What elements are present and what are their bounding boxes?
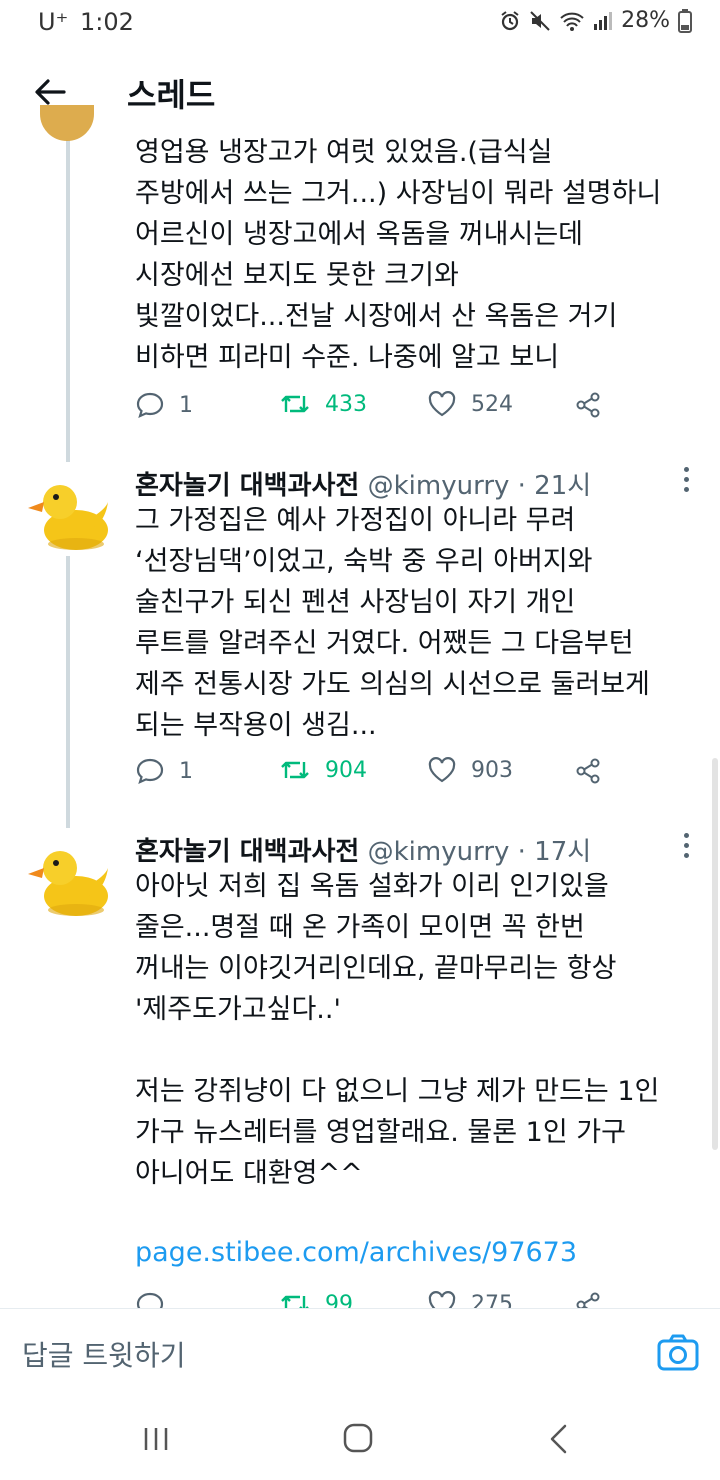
mute-icon bbox=[530, 10, 550, 31]
retweet-icon bbox=[281, 395, 309, 413]
battery-icon bbox=[678, 8, 692, 33]
back-nav-icon[interactable] bbox=[540, 1422, 580, 1456]
avatar[interactable] bbox=[40, 105, 94, 141]
heart-icon bbox=[428, 391, 456, 417]
tweet-actions: 1 904 903 bbox=[135, 756, 615, 796]
speech-bubble-icon bbox=[136, 392, 164, 418]
status-time: 1:02 bbox=[80, 8, 134, 36]
author-name[interactable]: 혼자놀기 대백과사전 bbox=[135, 837, 359, 867]
wifi-icon bbox=[560, 12, 584, 31]
author-handle-time: @kimyurry · 21시 bbox=[367, 471, 592, 501]
home-icon[interactable] bbox=[338, 1422, 378, 1456]
reply-count: 1 bbox=[179, 758, 193, 784]
avatar[interactable] bbox=[26, 472, 112, 558]
like-count: 903 bbox=[471, 757, 513, 783]
reply-button[interactable]: 1 bbox=[135, 390, 193, 420]
speech-bubble-icon bbox=[136, 758, 164, 784]
reply-bar: 답글 트윗하기 bbox=[0, 1308, 720, 1397]
retweet-icon bbox=[281, 761, 309, 779]
reply-button[interactable]: 1 bbox=[135, 756, 193, 786]
tweet-header: 혼자놀기 대백과사전 @kimyurry · 17시 bbox=[135, 831, 591, 868]
thread-connector-line bbox=[66, 556, 70, 828]
thread-connector-line bbox=[66, 140, 70, 462]
arrow-left-icon bbox=[35, 79, 66, 105]
top-app-bar: 스레드 bbox=[0, 50, 720, 134]
alarm-icon bbox=[501, 10, 519, 30]
tweet-actions: 1 433 524 bbox=[135, 390, 615, 430]
page-title: 스레드 bbox=[127, 76, 216, 114]
like-count: 524 bbox=[471, 391, 513, 417]
heart-icon bbox=[428, 757, 456, 783]
camera-icon[interactable] bbox=[656, 1331, 700, 1375]
battery-percent: 28% bbox=[621, 8, 670, 33]
author-name[interactable]: 혼자놀기 대백과사전 bbox=[135, 471, 359, 501]
tweet-link[interactable]: page.stibee.com/archives/97673 bbox=[135, 1232, 700, 1273]
status-icons: 28% bbox=[499, 8, 692, 33]
retweet-count: 433 bbox=[325, 391, 367, 417]
reply-count: 1 bbox=[179, 392, 193, 418]
share-icon bbox=[576, 758, 600, 784]
status-bar: U⁺ 1:02 28% bbox=[0, 0, 720, 46]
share-icon bbox=[576, 392, 600, 418]
system-nav-bar bbox=[0, 1396, 720, 1480]
carrier-label: U⁺ bbox=[38, 8, 69, 36]
reply-input[interactable]: 답글 트윗하기 bbox=[22, 1334, 185, 1374]
share-button[interactable] bbox=[573, 390, 603, 420]
signal-icon bbox=[594, 11, 613, 30]
tweet-header: 혼자놀기 대백과사전 @kimyurry · 21시 bbox=[135, 465, 591, 502]
tweet-text: 아아닛 저희 집 옥돔 설화가 이리 인기있을 줄은...명절 때 온 가족이 … bbox=[135, 871, 660, 1189]
share-button[interactable] bbox=[573, 756, 603, 786]
retweet-count: 904 bbox=[325, 757, 367, 783]
avatar[interactable] bbox=[26, 838, 112, 924]
tweet-text: 영업용 냉장고가 여럿 있었음.(급식실 주방에서 쓰는 그거...) 사장님이… bbox=[135, 137, 662, 373]
recent-apps-icon[interactable] bbox=[136, 1422, 176, 1456]
like-button[interactable]: 903 bbox=[427, 756, 513, 784]
tweet-text: 그 가정집은 예사 가정집이 아니라 무려 ‘선장님댁’이었고, 숙박 중 우리… bbox=[135, 505, 650, 741]
author-handle-time: @kimyurry · 17시 bbox=[367, 837, 592, 867]
retweet-button[interactable]: 904 bbox=[279, 756, 367, 784]
more-vertical-icon[interactable] bbox=[676, 464, 696, 494]
more-vertical-icon[interactable] bbox=[676, 830, 696, 860]
retweet-button[interactable]: 433 bbox=[279, 390, 367, 418]
like-button[interactable]: 524 bbox=[427, 390, 513, 418]
scrollbar[interactable] bbox=[712, 758, 718, 1150]
